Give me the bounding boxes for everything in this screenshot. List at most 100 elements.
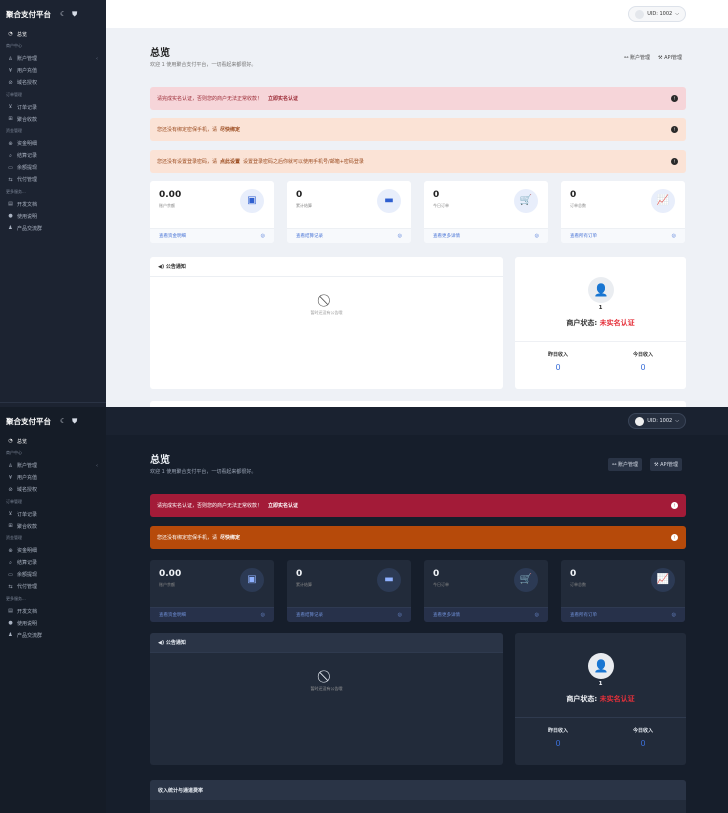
stat-link[interactable]: 查看所有订单 ◎ [561,228,685,243]
yesterday-income: 昨日收入 0 [547,728,568,748]
chevron-down-icon: ⌵ [675,11,679,17]
yen-icon: ¥ [8,474,13,481]
sidebar-item[interactable]: ⊞ 聚合收款 [0,520,106,532]
alert-text: 您还没有设置登录密码，请 [157,159,218,165]
divider [515,717,686,718]
stat-link[interactable]: 查看资金明细 ◎ [150,607,274,622]
account-manage-link[interactable]: ⚯ 账户管理 [608,458,642,471]
sidebar-item[interactable]: ♟ 产品交流群 [0,629,106,641]
sidebar: 聚合支付平台 ☾ ⛊ ◔ 总览 商户中心 ♙ 账户管理 ‹ ¥ 用户充值 ⊘ 域名授权 订单管理 ⊻ 订… [0,0,106,407]
sidebar-item[interactable]: ▭ 余额提现 [0,162,106,174]
shield-icon[interactable]: ⛊ [72,417,77,426]
sidebar-item[interactable]: ◔ 总览 [0,435,106,447]
info-icon: ! [671,126,678,133]
sidebar-group-label: 资金管理 [6,128,22,134]
topbar: UID: 1002 ⌵ [106,0,728,28]
sidebar-item[interactable]: ¥ 用户充值 [0,472,106,484]
sidebar-item-label: 订单记录 [17,511,38,518]
sidebar-item[interactable]: ⊻ 订单记录 [0,508,106,520]
stat-link[interactable]: 查看结算记录 ◎ [287,607,411,622]
profile-panel: 👤 1 商户状态: 未实名认证 昨日收入 0 今日收入 0 [515,633,686,765]
alert-text: 请完成实名认证，否则您的商户无法正常收款！ [157,503,263,509]
realname-link[interactable]: 立即实名认证 [268,502,298,509]
uid-label: UID: 1002 [647,418,673,424]
sidebar-item[interactable]: ⊞ 聚合收款 [0,113,106,125]
sidebar-item[interactable]: ⇆ 代付管理 [0,174,106,186]
account-manage-link[interactable]: ⚯ 账户管理 [624,54,650,61]
sidebar-item[interactable]: ⊘ 域名授权 [0,77,106,89]
moon-icon[interactable]: ☾ [60,417,66,425]
sidebar-item[interactable]: ♙ 账户管理 ‹ [0,53,106,65]
user-menu[interactable]: UID: 1002 ⌵ [628,413,686,429]
api-manage-link[interactable]: ⚒ API管理 [658,54,682,61]
sidebar-item[interactable]: ▤ 开发文档 [0,605,106,617]
speaker-icon: ◀) [158,263,165,270]
stat-value: 0 [570,569,577,579]
sidebar-item[interactable]: ▤ 开发文档 [0,198,106,210]
sidebar-item[interactable]: ⊕ 资金明细 [0,138,106,150]
dashboard-icon: ◔ [8,438,13,444]
sidebar-item[interactable]: ⊘ 域名授权 [0,484,106,496]
stat-link[interactable]: 查看结算记录 ◎ [287,228,411,243]
stat-link[interactable]: 查看更多详情 ◎ [424,228,548,243]
status-badge: 未实名认证 [599,695,635,703]
sidebar-item[interactable]: ♟ 产品交流群 [0,222,106,234]
user-menu[interactable]: UID: 1002 ⌵ [628,6,686,22]
realname-link[interactable]: 立即实名认证 [268,95,298,102]
info-icon: ! [671,158,678,165]
chevron-left-icon: ‹ [96,55,98,62]
api-manage-link[interactable]: ⚒ API管理 [650,458,682,471]
payment-icon: ▬ [377,189,401,213]
stat-value: 0 [433,569,440,579]
stat-link[interactable]: 查看资金明细 ◎ [150,228,274,243]
stat-card: 0 累计结算 ▬ 查看结算记录 ◎ [287,181,411,243]
sidebar-item[interactable]: ◔ 总览 [0,28,106,40]
set-password-link[interactable]: 点此设置 [220,158,240,165]
sidebar-menu: ◔ 总览 商户中心 ♙ 账户管理 ‹ ¥ 用户充值 ⊘ 域名授权 订单管理 ⊻ 订单记录 ⊞ 聚合收款 资金管… [0,28,106,234]
chevron-down-icon: ⌵ [675,418,679,424]
sidebar-item[interactable]: ⌕ 结算记录 [0,557,106,569]
profile-panel: 👤 1 商户状态: 未实名认证 昨日收入 0 今日收入 0 [515,257,686,389]
stat-value: 0.00 [159,190,182,200]
prohibited-icon: ⃠ [150,669,503,684]
speaker-icon: ◀) [158,639,165,646]
stat-card: 0 累计结算 ▬ 查看结算记录 ◎ [287,560,411,622]
announcement-panel: ◀) 公告通知 ⃠ 暂时还没有公告哦 [150,633,503,765]
search-icon: ⌕ [9,152,12,159]
wallet-icon: ▣ [240,189,264,213]
moon-icon[interactable]: ☾ [60,10,66,18]
bind-phone-link[interactable]: 尽快绑定 [220,126,240,133]
group-icon: ♟ [8,225,13,231]
stat-link[interactable]: 查看更多详情 ◎ [424,607,548,622]
sidebar-group-label: 商户中心 [6,450,22,456]
grid-icon: ⊞ [8,523,13,529]
sidebar-item-label: 结算记录 [17,560,38,566]
sidebar-item[interactable]: ● 使用说明 [0,617,106,629]
header-links: ⚯ 账户管理 ⚒ API管理 [624,54,682,61]
shield-icon[interactable]: ⛊ [72,10,77,19]
doc-icon: ▤ [8,201,13,207]
sidebar-item-label: 余额提现 [17,165,38,171]
sidebar-item[interactable]: ⊕ 资金明细 [0,545,106,557]
sidebar-item-label: 产品交流群 [17,632,43,639]
users-icon: ⚯ [624,55,629,61]
sidebar-group-label: 订单管理 [6,498,22,504]
sidebar-item[interactable]: ⊻ 订单记录 [0,101,106,113]
sidebar-item-label: 结算记录 [17,153,38,159]
sidebar-item[interactable]: ⌕ 结算记录 [0,150,106,162]
uid-label: UID: 1002 [647,11,673,17]
sidebar-item[interactable]: ▭ 余额提现 [0,569,106,581]
sidebar-item-label: 余额提现 [17,572,38,578]
sidebar-item[interactable]: ¥ 用户充值 [0,65,106,77]
alert-text-after: 设置登录密码之后你就可以使用手机号/邮箱+密码登录 [243,159,364,165]
dashboard-icon: ◔ [8,31,13,37]
transfer-icon: ⇆ [8,583,13,590]
sidebar-item[interactable]: ⇆ 代付管理 [0,581,106,593]
bind-phone-link[interactable]: 尽快绑定 [220,534,240,541]
sidebar-item[interactable]: ● 使用说明 [0,210,106,222]
cart-icon: ⊻ [8,511,13,517]
payment-icon: ▬ [377,568,401,592]
page-subtitle: 欢迎 1 使用聚合支付平台，一切看起来都很好。 [150,62,257,68]
sidebar-item[interactable]: ♙ 账户管理 ‹ [0,460,106,472]
stat-link[interactable]: 查看所有订单 ◎ [561,607,685,622]
